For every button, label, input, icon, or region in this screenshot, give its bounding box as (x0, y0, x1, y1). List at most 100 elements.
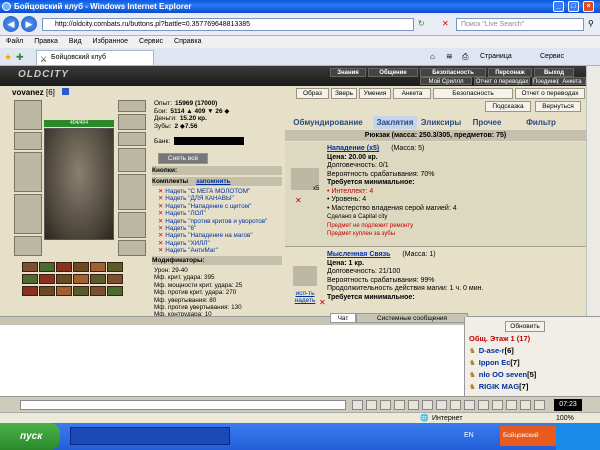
nav-button-3[interactable]: Анкета (393, 88, 431, 99)
info-icon[interactable] (62, 88, 69, 95)
wear-set-link[interactable]: Надеть "Нападение на магов" (165, 232, 252, 239)
nav-button-1[interactable]: Зверь (331, 88, 357, 99)
start-button[interactable]: пуск (0, 423, 60, 450)
add-favorite-icon[interactable]: ✚ (16, 52, 24, 63)
refresh-online-button[interactable]: Обновить (505, 321, 545, 332)
user-name[interactable]: nlo OO seven (479, 370, 527, 379)
smile-icon[interactable] (352, 400, 363, 410)
delete-set-icon[interactable]: ✕ (158, 232, 163, 239)
inventory-tab-4[interactable]: Фильтр (511, 116, 571, 129)
home-icon[interactable]: ⌂ (430, 52, 435, 61)
forward-button[interactable]: ▶ (21, 16, 37, 32)
inventory-tab-1[interactable]: Заклятия (373, 116, 417, 129)
nav-button-0[interactable]: Образ (296, 88, 329, 99)
refresh-icon[interactable]: ↻ (418, 19, 425, 28)
sound-icon[interactable] (408, 400, 419, 410)
belt-slot-1-2[interactable] (56, 274, 72, 284)
search-input[interactable]: Поиск "Live Search" (456, 18, 584, 31)
menu-item-1[interactable]: Правка (34, 38, 58, 45)
belt-slot-2-3[interactable] (73, 286, 89, 296)
move-icon[interactable] (422, 400, 433, 410)
taskbar-app-button[interactable]: Бойцовский клуб... (500, 426, 556, 446)
tab-combats[interactable]: ⚔ Бойцовский клуб (36, 50, 154, 65)
nav-button-4[interactable]: Безопасность (433, 88, 513, 99)
game-subnav-2[interactable]: Поединки (532, 77, 560, 85)
delete-set-icon[interactable]: ✕ (158, 210, 163, 217)
menu-item-5[interactable]: Справка (174, 38, 201, 45)
belt-slot-0-0[interactable] (22, 262, 38, 272)
nav-button-2[interactable]: Умения (359, 88, 391, 99)
online-user[interactable]: ♞ Ippon Ec[7] (469, 357, 536, 369)
belt-slot-2-2[interactable] (56, 286, 72, 296)
nav-button2-1[interactable]: Вернуться (535, 101, 581, 112)
inventory-tab-3[interactable]: Прочее (465, 116, 509, 129)
online-user[interactable]: ♞ nlo OO seven[5] (469, 369, 536, 381)
menu-item-2[interactable]: Вид (69, 38, 82, 45)
delete-set-icon[interactable]: ✕ (158, 225, 163, 232)
fight-icon[interactable] (436, 400, 447, 410)
friends-icon[interactable] (506, 400, 517, 410)
wear-set-link[interactable]: Надеть "ХИЛЛ" (165, 240, 209, 247)
game-subnav-0[interactable]: Мой Сриллл (420, 77, 472, 85)
slot-belt[interactable] (14, 236, 42, 256)
maximize-button[interactable]: □ (568, 1, 579, 12)
belt-slot-0-3[interactable] (73, 262, 89, 272)
delete-set-icon[interactable]: ✕ (158, 195, 163, 202)
close-button[interactable]: × (583, 1, 594, 12)
belt-slot-1-3[interactable] (73, 274, 89, 284)
item-name-1[interactable]: Нападение (x5) (327, 145, 379, 152)
clear-icon[interactable] (366, 400, 377, 410)
filter-icon[interactable] (394, 400, 405, 410)
belt-slot-1-4[interactable] (90, 274, 106, 284)
delete-icon[interactable]: ✕ (295, 196, 302, 205)
use-link[interactable]: исп-ть надеть (287, 290, 323, 304)
mail-icon[interactable] (492, 400, 503, 410)
menu-item-3[interactable]: Избранное (93, 38, 128, 45)
wear-set-link[interactable]: Надеть "6" (165, 225, 196, 232)
delete-set-icon[interactable]: ✕ (158, 218, 163, 225)
slot-helmet[interactable] (14, 100, 42, 130)
belt-slot-2-0[interactable] (22, 286, 38, 296)
belt-slot-0-4[interactable] (90, 262, 106, 272)
game-nav-2[interactable]: Безопасность (420, 68, 486, 77)
back-button[interactable]: ◀ (3, 16, 19, 32)
slot-weapon[interactable] (14, 152, 42, 192)
undress-button[interactable]: Снять всё (158, 153, 208, 164)
game-nav-1[interactable]: Общение (368, 68, 418, 77)
belt-slot-2-4[interactable] (90, 286, 106, 296)
menu-item-4[interactable]: Сервис (139, 38, 163, 45)
slot-bracer[interactable] (14, 132, 42, 150)
game-subnav-3[interactable]: Анкета (558, 77, 586, 85)
taskbar-window-button[interactable] (70, 427, 230, 445)
delete-set-icon[interactable]: ✕ (158, 203, 163, 210)
nav-button-5[interactable]: Отчет о переводах (515, 88, 585, 99)
belt-slot-0-2[interactable] (56, 262, 72, 272)
page-menu[interactable]: Страница (480, 53, 512, 60)
wear-set-link[interactable]: Надеть "Нападение с щитом" (165, 203, 251, 210)
slot-earrings[interactable] (118, 100, 146, 112)
print-icon[interactable]: ⎙ (462, 52, 468, 62)
user-name[interactable]: RIGIK MAG (479, 382, 519, 391)
wear-set-link[interactable]: Надеть "С МЕГА МОЛОТОМ" (165, 188, 250, 195)
search-icon[interactable]: ⚲ (588, 19, 594, 28)
wear-set-link[interactable]: Надеть "АнтиМаг" (165, 247, 218, 254)
tools-menu[interactable]: Сервис (540, 53, 564, 60)
transfer-icon[interactable] (478, 400, 489, 410)
scroll-icon[interactable] (380, 400, 391, 410)
delete-set-icon[interactable]: ✕ (158, 188, 163, 195)
belt-slot-1-1[interactable] (39, 274, 55, 284)
wear-set-link[interactable]: Надеть "против критов и уворотов" (165, 218, 267, 225)
online-user[interactable]: ♞ RIGIK MAG[7] (469, 381, 536, 393)
tab-chat[interactable]: Чат (330, 313, 356, 323)
nav-button2-0[interactable]: Подсказка (485, 101, 531, 112)
slot-boots[interactable] (118, 240, 146, 256)
map-icon[interactable] (450, 400, 461, 410)
slot-armor[interactable] (14, 194, 42, 234)
belt-slot-0-5[interactable] (107, 262, 123, 272)
belt-slot-2-5[interactable] (107, 286, 123, 296)
minimize-button[interactable]: _ (553, 1, 564, 12)
chat-input[interactable] (20, 400, 346, 410)
remember-link[interactable]: запомнить (196, 178, 230, 185)
game-subnav-1[interactable]: Отчет о переводах (474, 77, 530, 85)
inventory-icon[interactable] (464, 400, 475, 410)
